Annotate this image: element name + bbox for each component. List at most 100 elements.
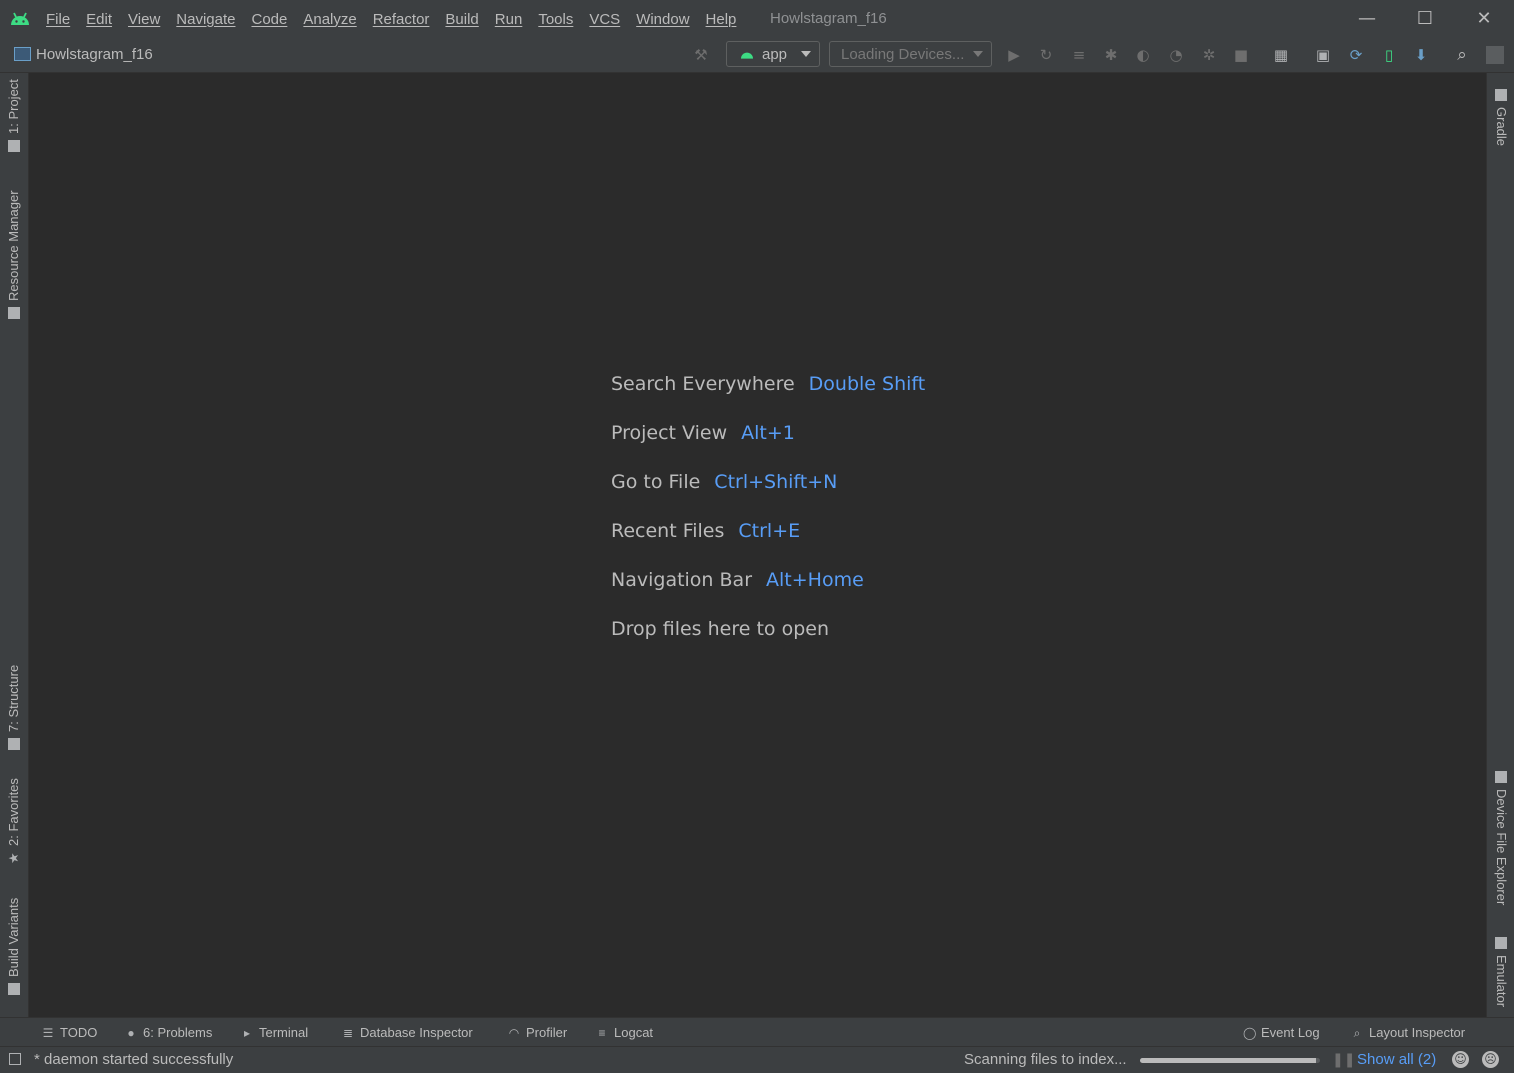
- title-bar: File Edit View Navigate Code Analyze Ref…: [0, 0, 1514, 38]
- tool-tab-gradle-label: Gradle: [1494, 107, 1509, 147]
- menu-view[interactable]: View: [120, 11, 168, 28]
- tool-tab-layout-inspector-label: Layout Inspector: [1369, 1025, 1466, 1040]
- tool-tab-gradle[interactable]: Gradle: [1494, 83, 1509, 146]
- progress-fill: [1140, 1058, 1317, 1063]
- status-bar: * daemon started successfully Scanning f…: [0, 1046, 1514, 1073]
- speech-bubble-icon: ◯: [1243, 1025, 1257, 1040]
- menu-navigate[interactable]: Navigate: [168, 11, 243, 28]
- resource-manager-icon: [7, 307, 20, 319]
- hint-drop-files: Drop files here to open: [611, 618, 830, 640]
- menu-help[interactable]: Help: [698, 11, 745, 28]
- tool-tab-favorites-label: 2: Favorites: [6, 778, 21, 846]
- list-icon: ☰: [42, 1025, 54, 1040]
- toggle-tool-windows-icon[interactable]: [9, 1053, 21, 1065]
- emulator-icon: [1495, 937, 1508, 949]
- tool-tab-problems[interactable]: ● 6: Problems: [125, 1018, 212, 1047]
- editor-empty-area[interactable]: Search Everywhere Double Shift Project Vi…: [29, 73, 1486, 1017]
- run-config-label: app: [762, 45, 788, 63]
- status-message[interactable]: * daemon started successfully: [34, 1047, 233, 1073]
- hint-search-everywhere: Search Everywhere Double Shift: [611, 373, 926, 395]
- layout-inspector-icon: ⌕: [1353, 1025, 1361, 1040]
- tool-tab-profiler[interactable]: ◠ Profiler: [508, 1018, 567, 1047]
- build-hammer-icon[interactable]: ⚒: [690, 44, 712, 66]
- tool-tab-problems-label: 6: Problems: [143, 1025, 213, 1040]
- menu-edit[interactable]: Edit: [78, 11, 120, 28]
- tool-tab-emulator[interactable]: Emulator: [1494, 931, 1509, 1007]
- pause-icon[interactable]: ❚❚: [1332, 1052, 1355, 1068]
- menu-tools[interactable]: Tools: [530, 11, 581, 28]
- menu-build[interactable]: Build: [437, 11, 486, 28]
- logcat-icon: ≡: [598, 1025, 606, 1040]
- menu-run[interactable]: Run: [487, 11, 531, 28]
- breadcrumb-project[interactable]: Howlstagram_f16: [36, 38, 153, 72]
- star-icon: ★: [5, 852, 21, 864]
- device-icon: [1495, 771, 1508, 783]
- sdk-manager-icon[interactable]: ⬇: [1410, 44, 1432, 66]
- run-icon[interactable]: ▶: [1003, 44, 1025, 66]
- tool-tab-todo[interactable]: ☰ TODO: [42, 1018, 98, 1047]
- project-structure-icon[interactable]: ▦: [1270, 44, 1292, 66]
- main-menu: File Edit View Navigate Code Analyze Ref…: [38, 0, 744, 38]
- indexing-progress-bar[interactable]: [1140, 1058, 1320, 1063]
- tool-tab-todo-label: TODO: [60, 1025, 98, 1040]
- menu-refactor[interactable]: Refactor: [365, 11, 438, 28]
- feedback-happy-icon[interactable]: ☺: [1452, 1051, 1469, 1068]
- avd-manager-icon[interactable]: ▣: [1312, 44, 1334, 66]
- tool-tab-logcat[interactable]: ≡ Logcat: [596, 1018, 653, 1047]
- device-manager-icon[interactable]: ▯: [1378, 44, 1400, 66]
- tool-tab-terminal-label: Terminal: [259, 1025, 309, 1040]
- run-config-select[interactable]: app: [726, 41, 820, 67]
- apply-changes-icon[interactable]: ≡: [1068, 44, 1090, 66]
- empty-editor-hints: Search Everywhere Double Shift Project Vi…: [611, 373, 925, 667]
- structure-icon: [7, 738, 20, 750]
- hint-go-to-file: Go to File Ctrl+Shift+N: [611, 471, 838, 493]
- profile-icon[interactable]: ◔: [1165, 44, 1187, 66]
- device-select[interactable]: Loading Devices...: [829, 41, 992, 67]
- gauge-icon: ◠: [508, 1025, 520, 1040]
- tool-tab-build-variants[interactable]: Build Variants: [6, 898, 21, 1001]
- tool-tab-project[interactable]: 1: Project: [6, 79, 21, 158]
- tool-tab-database-inspector[interactable]: ≣ Database Inspector: [342, 1018, 473, 1047]
- bottom-tool-strip: ☰ TODO ● 6: Problems ▸ Terminal ≣ Databa…: [0, 1017, 1514, 1047]
- menu-vcs[interactable]: VCS: [581, 11, 628, 28]
- coverage-icon[interactable]: ◐: [1132, 44, 1154, 66]
- attach-debugger-icon[interactable]: ✲: [1198, 44, 1220, 66]
- hint-navigation-bar: Navigation Bar Alt+Home: [611, 569, 864, 591]
- tool-tab-database-inspector-label: Database Inspector: [360, 1025, 473, 1040]
- android-logo-icon: [11, 12, 29, 25]
- android-variants-icon: [7, 983, 20, 995]
- tool-tab-profiler-label: Profiler: [526, 1025, 568, 1040]
- rerun-icon[interactable]: ↻: [1035, 44, 1057, 66]
- sync-gradle-icon[interactable]: ⟳: [1345, 44, 1367, 66]
- folder-icon: [7, 140, 20, 152]
- tool-tab-event-log[interactable]: ◯ Event Log: [1243, 1018, 1320, 1047]
- menu-window[interactable]: Window: [628, 11, 697, 28]
- tool-tab-layout-inspector[interactable]: ⌕ Layout Inspector: [1351, 1018, 1466, 1047]
- search-icon[interactable]: ⌕: [1451, 44, 1473, 66]
- tool-tab-resource-manager-label: Resource Manager: [6, 190, 21, 301]
- feedback-sad-icon[interactable]: ☹: [1482, 1051, 1499, 1068]
- navigation-bar: Howlstagram_f16 ⚒ app Loading Devices...…: [0, 38, 1514, 73]
- show-all-processes-link[interactable]: Show all (2): [1357, 1047, 1436, 1073]
- window-title: Howlstagram_f16: [770, 10, 887, 27]
- minimize-button[interactable]: —: [1338, 0, 1396, 36]
- android-config-icon: [741, 52, 753, 59]
- close-button[interactable]: ✕: [1455, 0, 1513, 36]
- debug-icon[interactable]: ✱: [1100, 44, 1122, 66]
- tool-tab-device-file-explorer[interactable]: Device File Explorer: [1494, 765, 1509, 905]
- stop-icon[interactable]: ■: [1230, 44, 1252, 66]
- info-icon: ●: [127, 1025, 135, 1040]
- tool-tab-resource-manager[interactable]: Resource Manager: [6, 190, 21, 325]
- tool-tab-structure[interactable]: 7: Structure: [6, 665, 21, 756]
- menu-code[interactable]: Code: [243, 11, 295, 28]
- menu-file[interactable]: File: [38, 11, 78, 28]
- tool-tab-favorites[interactable]: ★ 2: Favorites: [5, 778, 22, 870]
- tool-tab-build-variants-label: Build Variants: [6, 897, 21, 977]
- tool-tab-terminal[interactable]: ▸ Terminal: [241, 1018, 308, 1047]
- maximize-button[interactable]: ☐: [1396, 0, 1454, 36]
- right-tool-strip: Gradle Device File Explorer Emulator: [1486, 73, 1514, 1017]
- ide-settings-icon[interactable]: [1484, 44, 1506, 66]
- hint-project-view: Project View Alt+1: [611, 422, 795, 444]
- chevron-down-icon: [801, 51, 811, 57]
- menu-analyze[interactable]: Analyze: [295, 11, 364, 28]
